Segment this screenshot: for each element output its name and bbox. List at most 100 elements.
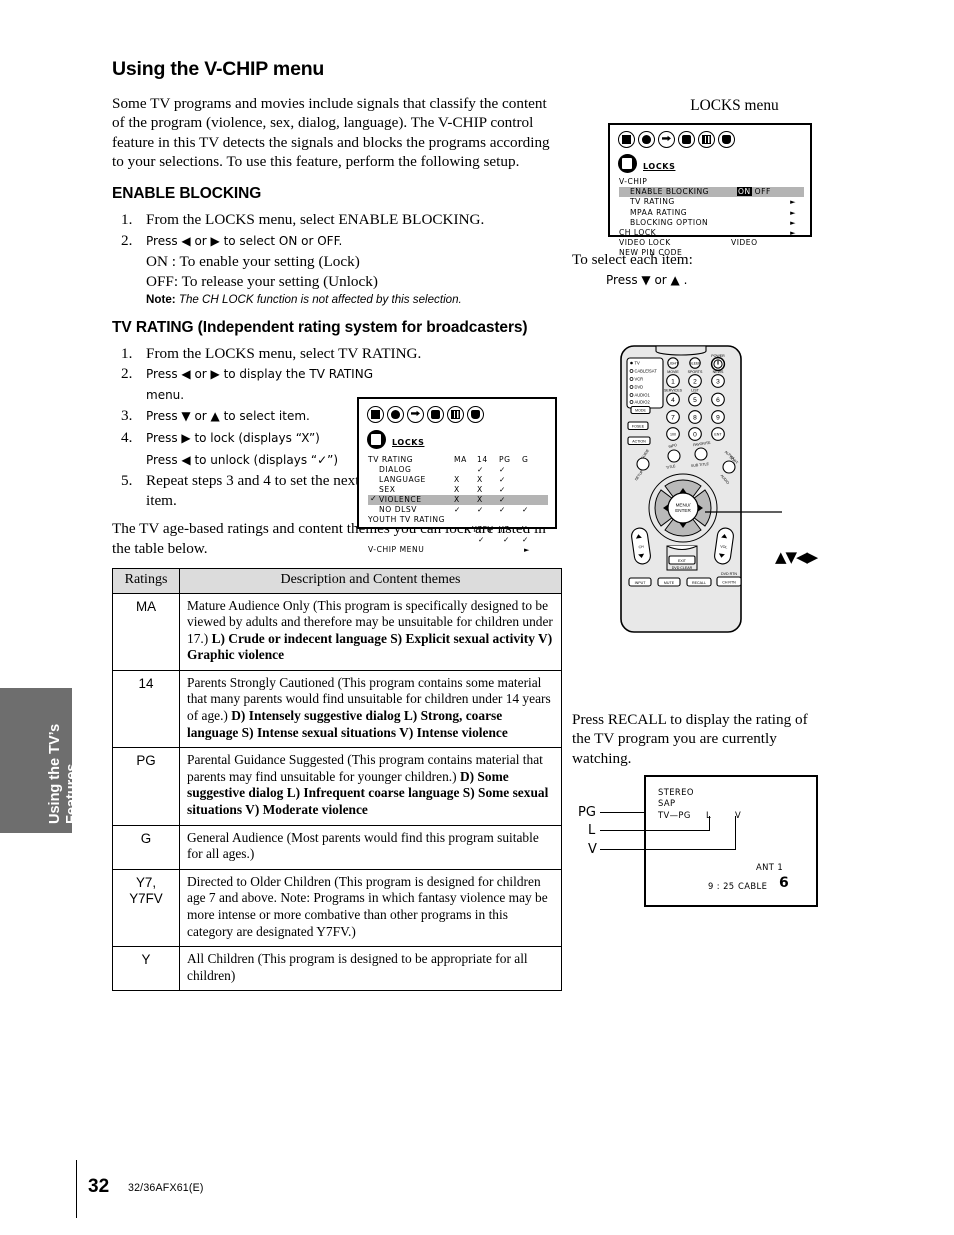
mark-ma: ✓ — [454, 505, 461, 514]
mark-pg: ✓ — [499, 475, 506, 484]
svg-text:SPORTS: SPORTS — [688, 370, 703, 374]
menu-row-video-lock[interactable]: VIDEO LOCK VIDEO — [619, 238, 804, 248]
step-text: Repeat steps 3 and 4 to set the next ite… — [146, 472, 360, 509]
content-themes: L) Crude or indecent language S) Explici… — [187, 630, 553, 663]
grid-row-sex[interactable]: SEX X X ✓ — [368, 485, 548, 495]
sap-label: SAP — [658, 798, 676, 808]
mark-ma: X — [454, 485, 460, 494]
menu-row-tv-rating[interactable]: TV RATING ► — [619, 197, 804, 207]
locks-selected-icon — [618, 154, 637, 173]
on-value[interactable]: ON — [737, 187, 752, 197]
chevron-right-icon: ► — [790, 218, 796, 227]
step-text: Press ◀ or ▶ to display the TV RATING me… — [146, 367, 373, 402]
svg-text:VCR: VCR — [635, 377, 644, 382]
svg-text:ENT: ENT — [714, 433, 722, 437]
section-tab: Using the TV’s Features — [0, 688, 80, 833]
right-column: LOCKS menu LOCKS V-CHIP ENABLE BLOCKING … — [570, 58, 890, 290]
row-value[interactable]: ON OFF — [737, 187, 771, 197]
row-label: ENABLE BLOCKING — [630, 187, 710, 197]
svg-text:INPUT: INPUT — [635, 581, 647, 585]
menu-row-blocking-option[interactable]: BLOCKING OPTION ► — [619, 218, 804, 228]
lead-label-pg: PG — [578, 805, 596, 820]
list-item: 2. Press ◀ or ▶ to select ON or OFF. — [112, 231, 562, 252]
rating-label: TV—PG — [658, 810, 691, 820]
mark-ma: X — [454, 475, 460, 484]
row-label: CH LOCK — [619, 227, 657, 237]
svg-text:5: 5 — [693, 397, 697, 404]
page-number: 32 — [88, 1176, 110, 1197]
menu-row-ch-lock[interactable]: CH LOCK ► — [619, 228, 804, 238]
svg-text:TV: TV — [635, 361, 641, 366]
audio-icon — [387, 406, 404, 423]
mark-ma: X — [454, 495, 460, 504]
grid-row-no-dlsv[interactable]: NO DLSV ✓ ✓ ✓ ✓ — [368, 505, 548, 515]
page-title: Using the V-CHIP menu — [112, 58, 325, 80]
grid-row-dialog[interactable]: DIALOG ✓ ✓ — [368, 465, 548, 475]
menu-row-new-pin-code[interactable]: NEW PIN CODE — [619, 248, 804, 258]
svg-text:CH: CH — [638, 545, 644, 550]
step-text: Press ◀ or ▶ to select ON or OFF. — [146, 233, 343, 248]
table-row: G General Audience (Most parents would f… — [112, 824, 562, 870]
recall-osd-screen: STEREO SAP TV—PG L V ANT 1 9 : 25 CABLE … — [644, 775, 818, 907]
tv-rating-osd-screen: LOCKS TV RATING MA 14 PG G DIALOG ✓ ✓ LA… — [357, 397, 557, 554]
audio-icon — [638, 131, 655, 148]
leader-line-pg — [600, 812, 646, 814]
list-item: 1. From the LOCKS menu, select ENABLE BL… — [112, 210, 562, 230]
rating-cell: MA — [112, 592, 180, 671]
mark-y7: ✓ — [503, 535, 510, 544]
row-label: BLOCKING OPTION — [630, 217, 709, 227]
column-header-description: Description and Content themes — [179, 567, 562, 594]
col-14: 14 — [477, 455, 488, 464]
osd-locks-label: LOCKS — [643, 162, 676, 171]
svg-text:3: 3 — [716, 378, 720, 385]
svg-text:DVD: DVD — [635, 385, 644, 390]
row-label: TV RATING — [630, 197, 675, 207]
recall-instruction-text: Press RECALL to display the rating of th… — [572, 711, 808, 767]
step-text: From the LOCKS menu, select ENABLE BLOCK… — [146, 211, 485, 229]
svg-text:MODE: MODE — [635, 409, 646, 413]
svg-text:ACTION: ACTION — [632, 439, 646, 443]
svg-text:RECALL: RECALL — [692, 581, 706, 585]
rating-cell: G — [112, 824, 180, 870]
osd-locks-label: LOCKS — [392, 438, 425, 447]
row-label: DIALOG — [379, 465, 412, 474]
mark-14: X — [477, 485, 483, 494]
description-cell: General Audience (Most parents would fin… — [179, 824, 562, 870]
off-value[interactable]: OFF — [755, 187, 771, 196]
channel-icon — [447, 406, 464, 423]
rating-cell: 14 — [112, 669, 180, 749]
table-header-row: Ratings Description and Content themes — [112, 567, 562, 594]
step-number: 2. — [121, 365, 133, 383]
svg-text:AUDIO1: AUDIO1 — [635, 393, 651, 398]
list-item: 5. Repeat steps 3 and 4 to set the next … — [112, 471, 391, 510]
grid-row-language[interactable]: LANGUAGE X X ✓ — [368, 475, 548, 485]
grid-row-youth-marks[interactable]: ✓ ✓ ✓ — [368, 535, 548, 545]
grid-row-vchip-menu[interactable]: V-CHIP MENU ► — [368, 545, 548, 557]
enable-off-line: OFF: To release your setting (Unlock) — [146, 272, 378, 290]
svg-text:1: 1 — [671, 378, 675, 385]
ant-label: ANT 1 — [756, 862, 784, 872]
col-y: Y — [522, 525, 528, 534]
svg-text:MENU/: MENU/ — [676, 503, 692, 508]
mark-g: ✓ — [522, 505, 529, 514]
leader-line-v — [600, 849, 736, 851]
osd-icon-row — [367, 406, 484, 423]
svg-text:ENTER: ENTER — [675, 508, 691, 513]
row-label: NEW PIN CODE — [619, 248, 683, 258]
menu-row-mpaa-rating[interactable]: MPAA RATING ► — [619, 208, 804, 218]
svg-text:NEWS: NEWS — [713, 370, 724, 374]
col-y7fv: Y7FV — [472, 525, 494, 534]
remote-control-diagram: .rb{fill:#fff;stroke:#000;stroke-width:1… — [612, 340, 842, 635]
grid-row-violence[interactable]: ✓ VIOLENCE X X ✓ — [368, 494, 548, 505]
svg-text:LIST: LIST — [691, 389, 699, 393]
table-row: MA Mature Audience Only (This program is… — [112, 592, 562, 671]
step-text: From the LOCKS menu, select TV RATING. — [146, 344, 422, 362]
step-text: Press ▶ to lock (displays “X”) — [146, 430, 320, 445]
mark-y7fv: ✓ — [478, 535, 485, 544]
list-item: 1. From the LOCKS menu, select TV RATING… — [112, 344, 562, 364]
osd-icon-row — [618, 131, 735, 148]
input-icon — [407, 406, 424, 423]
enable-on-line: ON : To enable your setting (Lock) — [146, 253, 360, 271]
row-label: NO DLSV — [379, 505, 418, 514]
menu-row-enable-blocking[interactable]: ENABLE BLOCKING ON OFF — [619, 187, 804, 198]
